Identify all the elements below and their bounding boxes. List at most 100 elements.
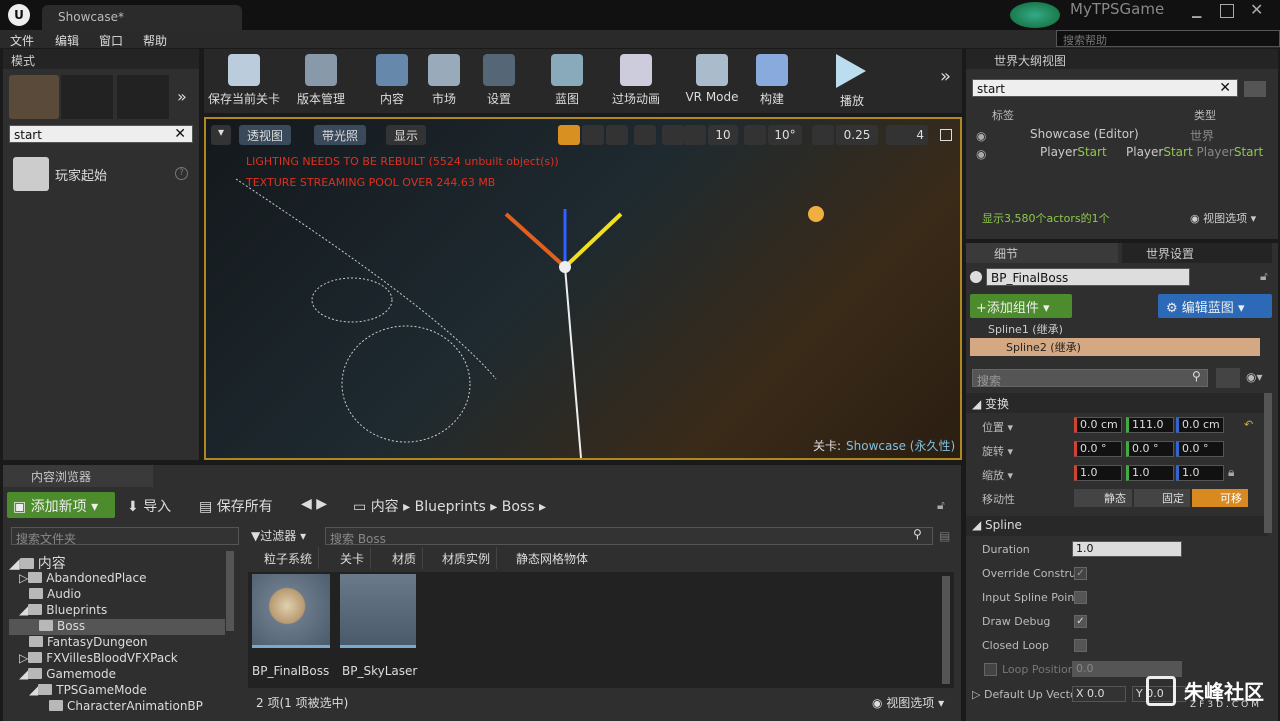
show-button[interactable]: 显示: [386, 125, 427, 145]
scale-snap-value[interactable]: 0.25: [836, 125, 878, 145]
scale-y[interactable]: 1.0: [1126, 465, 1174, 481]
location-z[interactable]: 0.0 cm: [1176, 417, 1224, 433]
asset-scrollbar[interactable]: [942, 576, 950, 684]
outliner-row-world[interactable]: Showcase (Editor): [1030, 127, 1139, 141]
filter-material[interactable]: 材质: [386, 547, 424, 569]
rotation-snap-value[interactable]: 10°: [768, 125, 802, 145]
world-settings-tab[interactable]: 世界设置: [1122, 243, 1272, 263]
details-search-input[interactable]: 搜索: [972, 369, 1208, 388]
menu-edit[interactable]: 编辑: [55, 32, 79, 49]
input-spline-points-checkbox[interactable]: [1074, 591, 1087, 604]
rotation-snap-icon[interactable]: [744, 125, 766, 145]
folder-fantasydungeon[interactable]: FantasyDungeon: [29, 635, 148, 651]
folder-search-input[interactable]: 搜索文件夹: [11, 527, 239, 546]
back-arrow-icon[interactable]: ◀ ▶: [301, 496, 327, 512]
asset-label-finalboss[interactable]: BP_FinalBoss: [252, 664, 329, 678]
override-construction-checkbox[interactable]: ✓: [1074, 567, 1087, 580]
scale-z[interactable]: 1.0: [1176, 465, 1224, 481]
asset-thumbnail-skylaser[interactable]: [340, 574, 416, 648]
asset-view-options[interactable]: ◉ 视图选项 ▾: [872, 694, 944, 711]
folder-characteranimationbp[interactable]: CharacterAnimationBP: [49, 699, 203, 715]
save-search-icon[interactable]: ▤: [939, 529, 950, 543]
folder-blueprints[interactable]: ◢ Blueprints: [19, 603, 107, 619]
gizmo-center[interactable]: [559, 261, 571, 273]
mobility-stationary[interactable]: 固定: [1134, 489, 1190, 507]
actor-name-input[interactable]: BP_FinalBoss: [986, 268, 1190, 286]
more-modes-icon[interactable]: »: [177, 87, 187, 106]
filter-level[interactable]: 关卡: [334, 547, 372, 569]
viewport-options-button[interactable]: ▾: [211, 125, 231, 145]
visibility-eye-icon[interactable]: ◉: [976, 147, 986, 161]
filter-material-instance[interactable]: 材质实例: [436, 547, 498, 569]
add-new-button[interactable]: ▣ 添加新项 ▾: [7, 492, 115, 518]
save-all-button[interactable]: ▤ 保存所有: [199, 496, 273, 516]
world-space-icon[interactable]: [634, 125, 656, 145]
component-spline1[interactable]: Spline1 (继承): [988, 321, 1063, 337]
asset-search-input[interactable]: 搜索 Boss: [325, 527, 933, 546]
property-matrix-icon[interactable]: [1216, 368, 1240, 388]
folder-gamemode[interactable]: ◢ Gamemode: [19, 667, 116, 683]
draw-debug-checkbox[interactable]: ✓: [1074, 615, 1087, 628]
import-button[interactable]: ⬇ 导入: [127, 496, 171, 516]
help-icon[interactable]: ?: [175, 167, 188, 180]
details-scrollbar[interactable]: [1264, 393, 1272, 533]
folder-fxvillesblood[interactable]: ▷ FXVillesBloodVFXPack: [19, 651, 178, 667]
level-tab[interactable]: Showcase*: [42, 5, 242, 30]
breadcrumb-content[interactable]: 内容: [371, 499, 399, 515]
rotation-z[interactable]: 0.0 °: [1176, 441, 1224, 457]
clear-search-icon[interactable]: ✕: [174, 126, 186, 142]
grid-size[interactable]: 10: [708, 125, 738, 145]
landscape-mode-icon[interactable]: [117, 75, 169, 119]
column-label[interactable]: 标签: [992, 107, 1014, 123]
scale-lock-icon[interactable]: 🔒︎: [1228, 465, 1234, 480]
rotate-tool-icon[interactable]: [582, 125, 604, 145]
closed-loop-checkbox[interactable]: [1074, 639, 1087, 652]
folder-audio[interactable]: Audio: [29, 587, 81, 603]
edit-blueprint-button[interactable]: ⚙ 编辑蓝图 ▾: [1158, 294, 1272, 318]
transform-section[interactable]: ◢ 变换: [966, 393, 1268, 413]
scale-x[interactable]: 1.0: [1074, 465, 1122, 481]
help-search-input[interactable]: 搜索帮助: [1056, 30, 1280, 47]
perspective-button[interactable]: 透视图: [239, 125, 292, 145]
menu-window[interactable]: 窗口: [99, 32, 123, 49]
content-browser-tab[interactable]: 内容浏览器: [3, 465, 153, 487]
surface-snap-icon[interactable]: [662, 125, 684, 145]
player-start-item[interactable]: 玩家起始: [55, 165, 107, 184]
default-up-x[interactable]: X 0.0: [1072, 686, 1126, 702]
maximize-viewport-icon[interactable]: [940, 129, 952, 141]
level-viewport[interactable]: ▾ 透视图 带光照 显示 10 10° 0.25 4 LIGHTING NEED…: [204, 117, 962, 460]
loop-position-input[interactable]: 0.0: [1072, 661, 1182, 677]
menu-help[interactable]: 帮助: [143, 32, 167, 49]
lock-icon[interactable]: 🔓︎: [1260, 269, 1268, 284]
location-y[interactable]: 111.0: [1126, 417, 1174, 433]
folder-boss[interactable]: Boss: [9, 619, 225, 635]
close-icon[interactable]: ✕: [1250, 0, 1263, 19]
paint-mode-icon[interactable]: [61, 75, 113, 119]
build-button[interactable]: 构建: [736, 52, 808, 108]
scale-snap-icon[interactable]: [812, 125, 834, 145]
folder-abandonedplace[interactable]: ▷ AbandonedPlace: [19, 571, 147, 587]
save-level-button[interactable]: 保存当前关卡: [208, 52, 280, 108]
visibility-options-icon[interactable]: ◉▾: [1246, 370, 1263, 384]
loop-position-checkbox[interactable]: [984, 663, 997, 676]
duration-input[interactable]: 1.0: [1072, 541, 1182, 557]
modes-search-input[interactable]: start ✕: [9, 125, 193, 143]
breadcrumb-boss[interactable]: Boss: [502, 499, 535, 515]
outliner-row-playerstart[interactable]: PlayerStart: [1040, 145, 1107, 159]
tree-scrollbar[interactable]: [226, 551, 234, 631]
reset-location-icon[interactable]: ↶: [1244, 418, 1253, 431]
rotation-x[interactable]: 0.0 °: [1074, 441, 1122, 457]
scale-tool-icon[interactable]: [606, 125, 628, 145]
translate-tool-icon[interactable]: [558, 125, 580, 145]
blueprints-button[interactable]: 蓝图: [531, 52, 603, 108]
spline-section[interactable]: ◢ Spline: [966, 516, 1268, 536]
column-type[interactable]: 类型: [1194, 107, 1216, 123]
camera-speed[interactable]: 4: [886, 125, 928, 145]
location-x[interactable]: 0.0 cm: [1074, 417, 1122, 433]
outliner-filter-icon[interactable]: [1244, 81, 1266, 97]
place-mode-icon[interactable]: [9, 75, 59, 119]
outliner-search-input[interactable]: start ✕: [972, 79, 1238, 97]
asset-label-skylaser[interactable]: BP_SkyLaser: [342, 664, 417, 678]
clear-outliner-search-icon[interactable]: ✕: [1219, 80, 1231, 96]
menu-file[interactable]: 文件: [10, 32, 34, 49]
